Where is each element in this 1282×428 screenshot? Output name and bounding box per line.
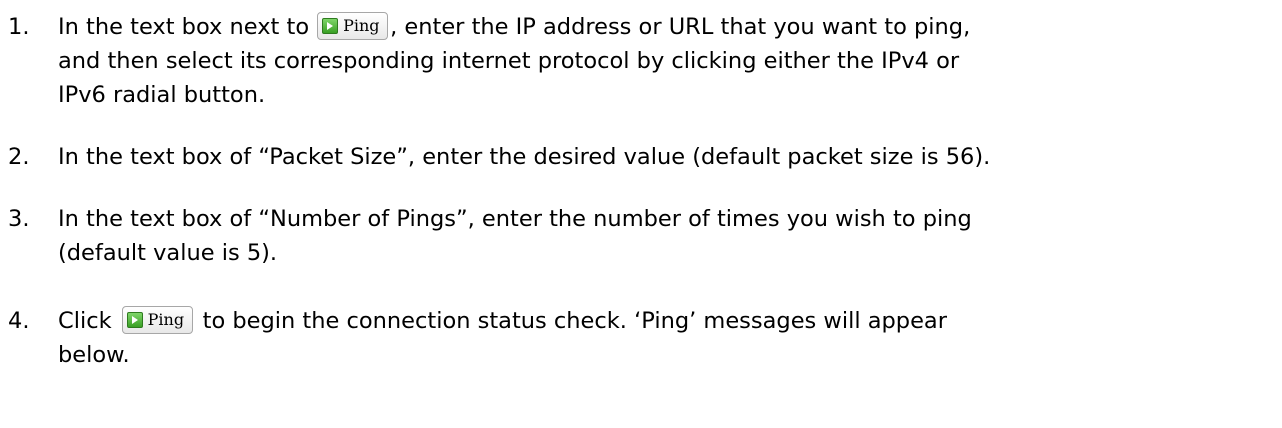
step-2-line-1: In the text box of “Packet Size”, enter … bbox=[58, 144, 991, 170]
step-4-text: Click Ping to begin the connection status … bbox=[58, 304, 1280, 372]
ping-button: Ping bbox=[121, 306, 193, 334]
ping-button-label: Ping bbox=[343, 16, 380, 35]
step-4-text-before-button: Click bbox=[58, 308, 112, 334]
step-4-number: 4. bbox=[8, 308, 30, 334]
step-1-text-before-button: In the text box next to bbox=[58, 14, 310, 40]
play-icon bbox=[126, 312, 143, 328]
ping-button: Ping bbox=[317, 12, 389, 40]
step-3-line-1: In the text box of “Number of Pings”, en… bbox=[58, 206, 972, 232]
step-1-line-2: and then select its corresponding intern… bbox=[58, 48, 960, 74]
step-4-line-2: below. bbox=[58, 342, 130, 368]
play-icon bbox=[322, 18, 339, 34]
step-1-number: 1. bbox=[8, 14, 30, 40]
step-2-number: 2. bbox=[8, 144, 30, 170]
step-4-text-after-button: to begin the connection status check. ‘P… bbox=[202, 308, 947, 334]
step-3-number: 3. bbox=[8, 206, 30, 232]
step-1-text-after-button: , enter the IP address or URL that you w… bbox=[390, 14, 971, 40]
step-1-line-3: IPv6 radial button. bbox=[58, 82, 266, 108]
step-1-text: In the text box next to Ping , enter the I… bbox=[58, 10, 1280, 112]
step-3-text: In the text box of “Number of Pings”, en… bbox=[58, 202, 1280, 270]
step-3-line-2: (default value is 5). bbox=[58, 240, 278, 266]
step-2-text: In the text box of “Packet Size”, enter … bbox=[58, 140, 1280, 174]
ping-button-label: Ping bbox=[147, 310, 185, 329]
